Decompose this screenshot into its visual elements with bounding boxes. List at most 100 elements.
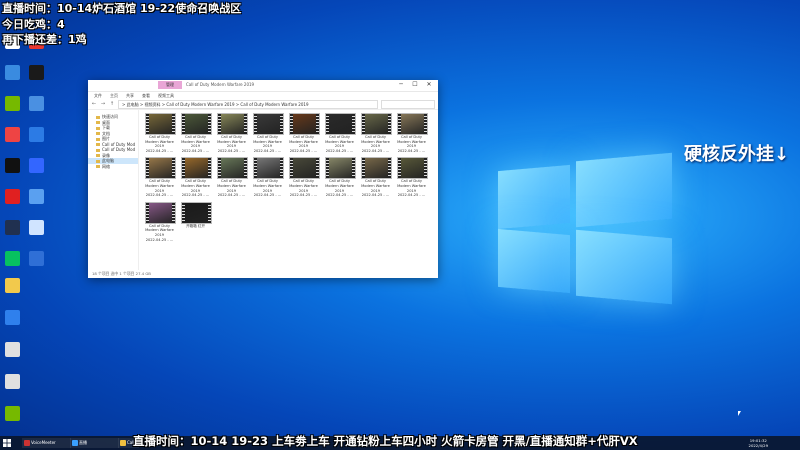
folder-icon: [96, 154, 100, 157]
sidebar-item-label: 录像: [102, 152, 110, 158]
ribbon-menu-item[interactable]: 共享: [126, 92, 134, 99]
video-thumbnail: [253, 157, 284, 180]
system-clock[interactable]: 19:01:32 2022/4/29: [749, 438, 768, 448]
navigation-pane: 快速访问 桌面 下载 文档 图片 Call of Duty Mod Call of Duty…: [88, 110, 139, 270]
desktop-icon[interactable]: [0, 65, 24, 85]
file-item[interactable]: Call of Duty Modern Warfare 2019 2022.04…: [217, 113, 248, 153]
desktop-icon-label: [24, 80, 48, 85]
mouse-cursor-icon: [738, 411, 741, 416]
file-item[interactable]: Call of Duty Modern Warfare 2019 2022.04…: [289, 157, 320, 197]
file-item[interactable]: Call of Duty Modern Warfare 2019 2022.04…: [181, 113, 212, 153]
desktop-icon[interactable]: [24, 158, 48, 178]
file-item[interactable]: Call of Duty Modern Warfare 2019 2022.04…: [253, 157, 284, 198]
desktop-icon[interactable]: [0, 127, 24, 147]
ribbon-menu-item[interactable]: 视频工具: [158, 92, 174, 99]
desktop-icon[interactable]: [0, 251, 24, 271]
desktop-icon[interactable]: [0, 374, 24, 394]
file-name: Call of Duty Modern Warfare 2019 2022.04…: [325, 179, 354, 198]
desktop-icon[interactable]: [24, 65, 48, 85]
ribbon-menu-item[interactable]: 主页: [110, 92, 118, 99]
app-icon: [4, 374, 20, 389]
file-name: Call of Duty Modern Warfare 2019 2022.04…: [217, 135, 246, 153]
folder-icon: [96, 126, 100, 130]
taskbar-app[interactable]: 直播: [70, 438, 119, 448]
overlay-line-1: 直播时间：10-14炉石酒馆 19-22使命召唤战区: [2, 2, 242, 15]
app-icon: [4, 189, 20, 204]
video-thumbnail: [181, 157, 212, 180]
video-thumbnail: [217, 113, 248, 135]
windows-logo-wallpaper: [470, 148, 700, 318]
file-name: Call of Duty Modern Warfare 2019 2022.04…: [145, 135, 174, 153]
close-icon[interactable]: ✕: [422, 80, 436, 90]
file-name: Call of Duty Modern Warfare 2019 2022.04…: [253, 179, 282, 198]
desktop-icon[interactable]: [24, 96, 48, 116]
file-item[interactable]: Call of Duty Modern Warfare 2019 2022.04…: [181, 157, 212, 198]
file-item[interactable]: Call of Duty Modern Warfare 2019 2022.04…: [397, 157, 428, 197]
file-item[interactable]: Call of Duty Modern Warfare 2019 2022.04…: [325, 113, 356, 153]
file-name: Call of Duty Modern Warfare 2019 2022.04…: [181, 179, 210, 198]
desktop-icon[interactable]: [0, 220, 24, 240]
desktop-icon-label: [0, 266, 24, 271]
file-item[interactable]: Call of Duty Modern Warfare 2019 2022.04…: [361, 113, 392, 153]
desktop-icon-label: [24, 142, 48, 147]
sidebar-item-label: Call of Duty Mod: [102, 141, 136, 147]
ribbon-tab-manage[interactable]: 管理: [158, 81, 182, 89]
desktop-icon[interactable]: [0, 342, 24, 362]
video-thumbnail: [325, 113, 356, 135]
file-name: 开箱箱 红开: [185, 223, 206, 228]
desktop-icon-label: [0, 111, 24, 116]
file-item[interactable]: Call of Duty Modern Warfare 2019 2022.04…: [361, 157, 392, 197]
file-item[interactable]: Call of Duty Modern Warfare 2019 2022.04…: [145, 113, 176, 153]
search-input[interactable]: [381, 99, 435, 109]
ribbon-menu: 文件 主页 共享 查看 视频工具: [88, 92, 438, 99]
windows-start-icon[interactable]: [3, 439, 11, 447]
desktop-icon[interactable]: [0, 278, 24, 298]
logo-pane-bl: [498, 228, 570, 294]
desktop-icon[interactable]: [0, 310, 24, 330]
sidebar-item-label: 桌面: [102, 119, 110, 125]
app-icon: [4, 251, 20, 266]
path-input[interactable]: > 此电脑 > 视频资料 > Call of Duty Modern Warfa…: [118, 99, 378, 109]
desktop-icon[interactable]: [0, 406, 24, 426]
explorer-titlebar[interactable]: 管理 Call of Duty Modern Warfare 2019 ─ ☐ …: [88, 80, 438, 92]
file-item[interactable]: Call of Duty Modern Warfare 2019 2022.04…: [145, 201, 176, 242]
video-thumbnail: [217, 157, 248, 180]
app-icon: [4, 65, 20, 80]
video-thumbnail: [361, 113, 392, 135]
desktop-icon[interactable]: [24, 189, 48, 209]
taskbar-app[interactable]: VoiceMeeter: [22, 438, 71, 448]
file-item[interactable]: Call of Duty Modern Warfare 2019 2022.04…: [325, 157, 356, 198]
desktop-icon[interactable]: [24, 127, 48, 147]
desktop-icon[interactable]: [24, 251, 48, 271]
desktop-icon[interactable]: [0, 189, 24, 209]
forward-arrow-icon[interactable]: →: [100, 101, 106, 107]
file-item[interactable]: Call of Duty Modern Warfare 2019 2022.04…: [217, 157, 248, 197]
ribbon-menu-item[interactable]: 文件: [94, 92, 102, 99]
app-icon: [4, 127, 20, 142]
desktop-icon[interactable]: [0, 158, 24, 178]
video-thumbnail: [397, 113, 428, 135]
desktop-icon-label: [0, 173, 24, 178]
explorer-window[interactable]: 管理 Call of Duty Modern Warfare 2019 ─ ☐ …: [88, 80, 438, 278]
back-arrow-icon[interactable]: ←: [91, 101, 97, 107]
file-item[interactable]: Call of Duty Modern Warfare 2019 2022.04…: [253, 113, 284, 153]
desktop-icon-label: [24, 111, 48, 116]
file-item[interactable]: Call of Duty Modern Warfare 2019 2022.04…: [289, 113, 320, 153]
file-grid: Call of Duty Modern Warfare 2019 2022.04…: [145, 113, 435, 242]
window-title: Call of Duty Modern Warfare 2019: [186, 82, 255, 87]
up-arrow-icon[interactable]: ↑: [109, 101, 115, 107]
minimize-icon[interactable]: ─: [394, 80, 408, 90]
file-item[interactable]: Call of Duty Modern Warfare 2019 2022.04…: [145, 157, 176, 197]
maximize-icon[interactable]: ☐: [408, 80, 422, 90]
file-name: Call of Duty Modern Warfare 2019 2022.04…: [181, 135, 210, 153]
overlay-line-3: 再下播还差：1鸡: [2, 33, 87, 46]
folder-icon: [96, 115, 100, 119]
file-item[interactable]: Call of Duty Modern Warfare 2019 2022.04…: [397, 113, 428, 153]
video-thumbnail: [253, 113, 284, 135]
desktop-icon[interactable]: [24, 220, 48, 240]
file-item[interactable]: 开箱箱 红开: [181, 201, 212, 242]
ribbon-menu-item[interactable]: 查看: [142, 92, 150, 99]
logo-pane-tl: [498, 164, 570, 230]
desktop-icon[interactable]: [0, 96, 24, 116]
sidebar-item[interactable]: 网络: [88, 164, 138, 170]
